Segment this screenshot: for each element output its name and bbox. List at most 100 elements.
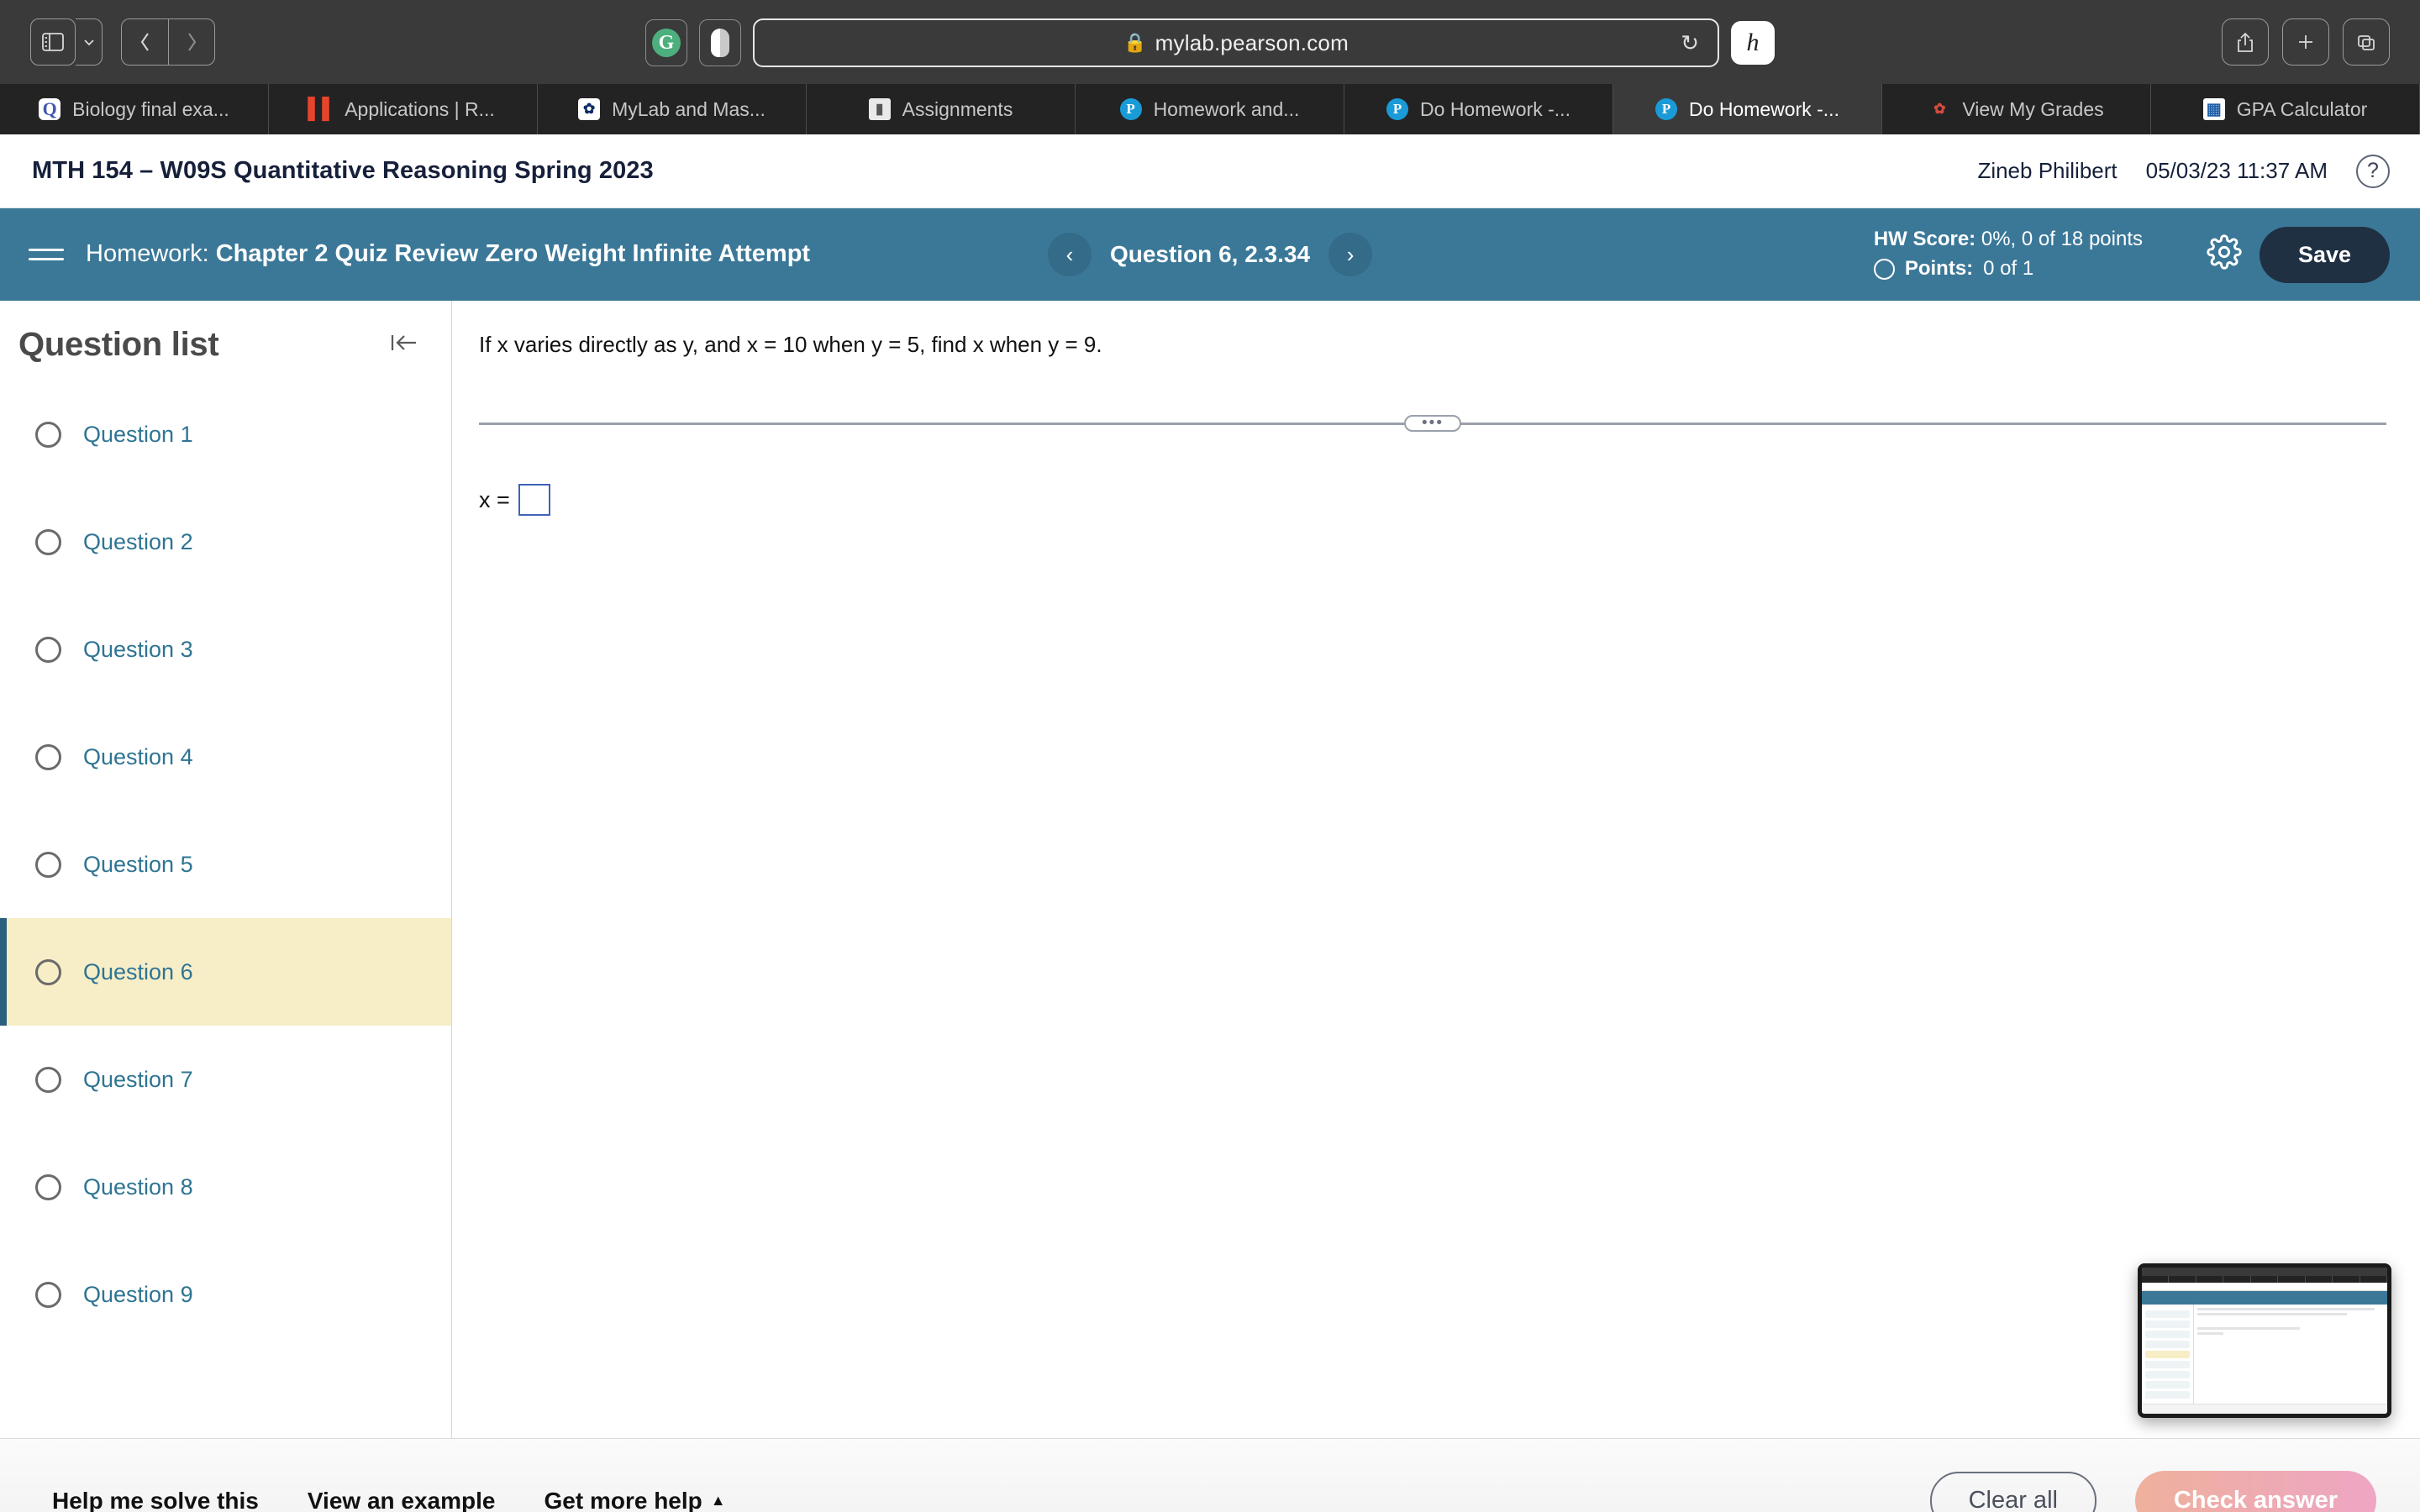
browser-tab-3[interactable]: ▮ Assignments [807,84,1076,134]
browser-tab-7[interactable]: ✿ View My Grades [1882,84,2151,134]
browser-tab-5[interactable]: P Do Homework -... [1344,84,1613,134]
sidebar-item-question-6[interactable]: Question 6 [0,918,451,1026]
hw-score-row: HW Score: 0%, 0 of 18 points [1874,225,2143,255]
chevron-up-icon: ▲ [710,1492,726,1509]
question-status-icon [35,421,61,448]
forward-arrow-icon[interactable] [168,18,215,66]
clear-all-button[interactable]: Clear all [1929,1472,2096,1512]
sidebar-item-question-9[interactable]: Question 9 [0,1241,451,1348]
sidebar-item-label: Question 9 [83,1281,193,1307]
points-label: Points: [1904,257,1974,280]
back-arrow-icon[interactable] [121,18,168,66]
tab-label: GPA Calculator [2236,97,2368,120]
grades-icon: ✿ [1933,101,1946,117]
sidebar-title: Question list [18,326,219,363]
get-more-help-label: Get more help [544,1487,702,1512]
score-summary: HW Score: 0%, 0 of 18 points Points: 0 o… [1873,225,2143,284]
question-footer-toolbar: Help me solve this View an example Get m… [0,1438,2420,1512]
drag-handle-dots-icon[interactable]: ••• [1404,415,1461,433]
course-header: MTH 154 – W09S Quantitative Reasoning Sp… [0,134,2420,208]
question-prompt: If x varies directly as y, and x = 10 wh… [479,332,1102,357]
question-status-icon [35,1066,61,1093]
url-input[interactable]: 🔒 mylab.pearson.com ↻ [753,18,1719,67]
sidebar-item-question-1[interactable]: Question 1 [0,381,451,488]
applications-icon: ▌▌ [308,97,337,120]
page-title: MTH 154 – W09S Quantitative Reasoning Sp… [32,157,654,184]
user-name: Zineb Philibert [1977,158,2118,183]
sidebar-item-label: Question 6 [83,958,193,984]
answer-input[interactable] [518,484,550,517]
assignment-name: Chapter 2 Quiz Review Zero Weight Infini… [215,240,811,268]
points-row: Points: 0 of 1 [1873,255,2143,284]
hw-score-value: 0%, 0 of 18 points [1981,228,2143,251]
tab-label: Applications | R... [345,97,495,120]
tab-label: Homework and... [1153,97,1300,120]
sidebar-toggle-icon[interactable] [30,18,76,66]
panel-divider: ••• [479,415,2386,433]
points-value: 0 of 1 [1983,257,2034,280]
browser-tab-1[interactable]: ▌▌ Applications | R... [269,84,538,134]
sidebar-item-label: Question 7 [83,1066,193,1092]
previous-question-button[interactable]: ‹ [1047,233,1092,276]
grammarly-extension-icon[interactable]: G [645,19,687,66]
sidebar-item-label: Question 4 [83,743,193,769]
sidebar-item-question-4[interactable]: Question 4 [0,703,451,811]
browser-toolbar: G 🔒 mylab.pearson.com ↻ h [0,0,2420,84]
chevron-down-icon[interactable] [76,18,103,66]
gear-icon[interactable] [2207,234,2242,276]
question-status-icon [35,743,61,770]
sidebar-header: Question list [0,301,451,381]
tab-label: View My Grades [1962,97,2104,120]
help-me-solve-this-link[interactable]: Help me solve this [52,1488,259,1512]
answer-prefix-label: x = [479,486,510,512]
question-list-sidebar: Question list Question 1 Question 2 Ques… [0,301,452,1438]
sidebar-item-label: Question 8 [83,1173,193,1200]
question-navigator: ‹ Question 6, 2.3.34 › [1047,233,1373,276]
sidebar-item-question-5[interactable]: Question 5 [0,811,451,918]
get-more-help-button[interactable]: Get more help ▲ [544,1488,725,1512]
pearson-icon: P [1386,98,1409,120]
hypothesis-extension-icon[interactable]: h [1731,21,1775,65]
current-question-label: Question 6, 2.3.34 [1109,241,1311,267]
hw-score-label: HW Score: [1873,228,1976,251]
help-icon[interactable]: ? [2356,154,2390,188]
sidebar-item-label: Question 3 [83,636,193,662]
question-status-icon [35,1173,61,1200]
picture-in-picture-preview[interactable] [2138,1263,2391,1418]
tab-overview-icon[interactable] [2343,18,2390,66]
plus-icon[interactable] [2282,18,2329,66]
reload-icon[interactable]: ↻ [1681,30,1699,56]
view-an-example-link[interactable]: View an example [308,1488,496,1512]
browser-tab-0[interactable]: Q Biology final exa... [0,84,269,134]
sidebar-item-question-8[interactable]: Question 8 [0,1133,451,1241]
question-status-icon [35,636,61,663]
browser-chrome: G 🔒 mylab.pearson.com ↻ h [0,0,2420,84]
browser-tab-2[interactable]: ✿ MyLab and Mas... [538,84,807,134]
answer-entry-row: x = [479,484,2386,517]
sidebar-item-question-2[interactable]: Question 2 [0,488,451,596]
collapse-panel-icon[interactable] [387,330,421,360]
save-button[interactable]: Save [2259,226,2390,283]
hamburger-menu-icon[interactable] [29,249,64,260]
question-status-icon [35,1281,61,1308]
sidebar-item-label: Question 1 [83,421,193,447]
privacy-shield-icon[interactable] [699,19,741,66]
url-text: mylab.pearson.com [1155,29,1349,55]
browser-tab-8[interactable]: ▦ GPA Calculator [2151,84,2420,134]
pearson-icon: P [1119,98,1142,120]
sidebar-item-label: Question 5 [83,851,193,877]
main-content-area: Question list Question 1 Question 2 Ques… [0,301,2420,1438]
current-datetime: 05/03/23 11:37 AM [2145,158,2328,183]
question-status-icon [35,851,61,878]
homework-toolbar: Homework: Chapter 2 Quiz Review Zero Wei… [0,208,2420,301]
share-icon[interactable] [2222,18,2269,66]
tab-label: Do Homework -... [1689,97,1839,120]
mylab-icon: ✿ [578,98,601,120]
next-question-button[interactable]: › [1328,233,1373,276]
sidebar-item-question-7[interactable]: Question 7 [0,1026,451,1133]
browser-tab-6-active[interactable]: P Do Homework -... [1613,84,1882,134]
browser-tab-4[interactable]: P Homework and... [1076,84,1344,134]
check-answer-button[interactable]: Check answer [2134,1471,2376,1512]
sidebar-item-question-3[interactable]: Question 3 [0,596,451,703]
assignment-title: Homework: Chapter 2 Quiz Review Zero Wei… [86,239,810,270]
